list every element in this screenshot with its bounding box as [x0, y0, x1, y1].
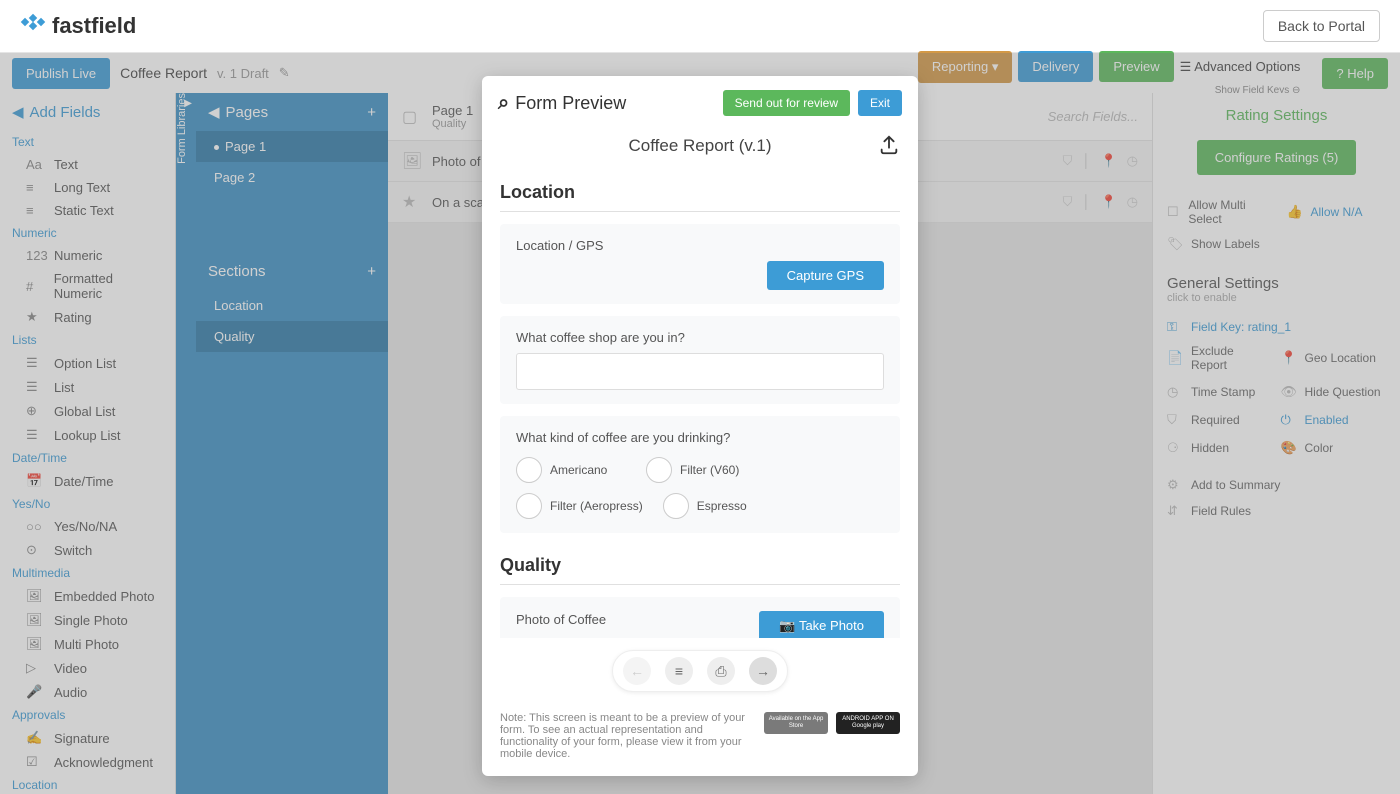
shop-card: What coffee shop are you in?: [500, 316, 900, 404]
upload-icon[interactable]: [878, 134, 900, 162]
take-photo-button[interactable]: 📷 Take Photo: [759, 611, 884, 638]
section-location-title: Location: [500, 172, 900, 211]
gps-card: Location / GPS Capture GPS: [500, 224, 900, 304]
divider: [500, 211, 900, 212]
shop-input[interactable]: [516, 353, 884, 390]
radio-aeropress[interactable]: Filter (Aeropress): [516, 493, 643, 519]
logo-text: fastfield: [52, 13, 136, 39]
preview-note: Note: This screen is meant to be a previ…: [500, 712, 752, 760]
radio-americano[interactable]: Americano: [516, 457, 626, 483]
capture-gps-button[interactable]: Capture GPS: [767, 261, 884, 290]
radio-v60[interactable]: Filter (V60): [646, 457, 756, 483]
nav-next-button[interactable]: →: [749, 657, 777, 685]
photo-label: Photo of Coffee: [516, 612, 606, 627]
search-icon: ⌕: [498, 92, 509, 115]
logo-icon: [20, 13, 46, 39]
radio-icon: [646, 457, 672, 483]
send-review-button[interactable]: Send out for review: [723, 90, 850, 116]
form-preview-modal: ⌕ Form Preview Send out for review Exit …: [482, 76, 918, 776]
play-store-badge[interactable]: ANDROID APP ON Google play: [836, 712, 900, 734]
radio-icon: [516, 493, 542, 519]
nav-pill: ← ≡ ⎙ →: [612, 650, 788, 692]
back-to-portal-button[interactable]: Back to Portal: [1263, 10, 1380, 42]
photo-card: Photo of Coffee 📷 Take Photo: [500, 597, 900, 638]
shop-question: What coffee shop are you in?: [516, 330, 884, 345]
radio-icon: [663, 493, 689, 519]
nav-menu-button[interactable]: ≡: [665, 657, 693, 685]
radio-icon: [516, 457, 542, 483]
logo[interactable]: fastfield: [20, 13, 136, 39]
divider: [500, 584, 900, 585]
nav-bookmark-button[interactable]: ⎙: [707, 657, 735, 685]
app-store-badge[interactable]: Available on the App Store: [764, 712, 828, 734]
preview-form-title: Coffee Report (v.1): [629, 136, 772, 155]
section-quality-title: Quality: [500, 545, 900, 584]
modal-title: Form Preview: [515, 93, 626, 114]
gps-label: Location / GPS: [516, 238, 884, 253]
exit-button[interactable]: Exit: [858, 90, 902, 116]
kind-card: What kind of coffee are you drinking? Am…: [500, 416, 900, 533]
radio-espresso[interactable]: Espresso: [663, 493, 773, 519]
kind-question: What kind of coffee are you drinking?: [516, 430, 884, 445]
nav-prev-button[interactable]: ←: [623, 657, 651, 685]
